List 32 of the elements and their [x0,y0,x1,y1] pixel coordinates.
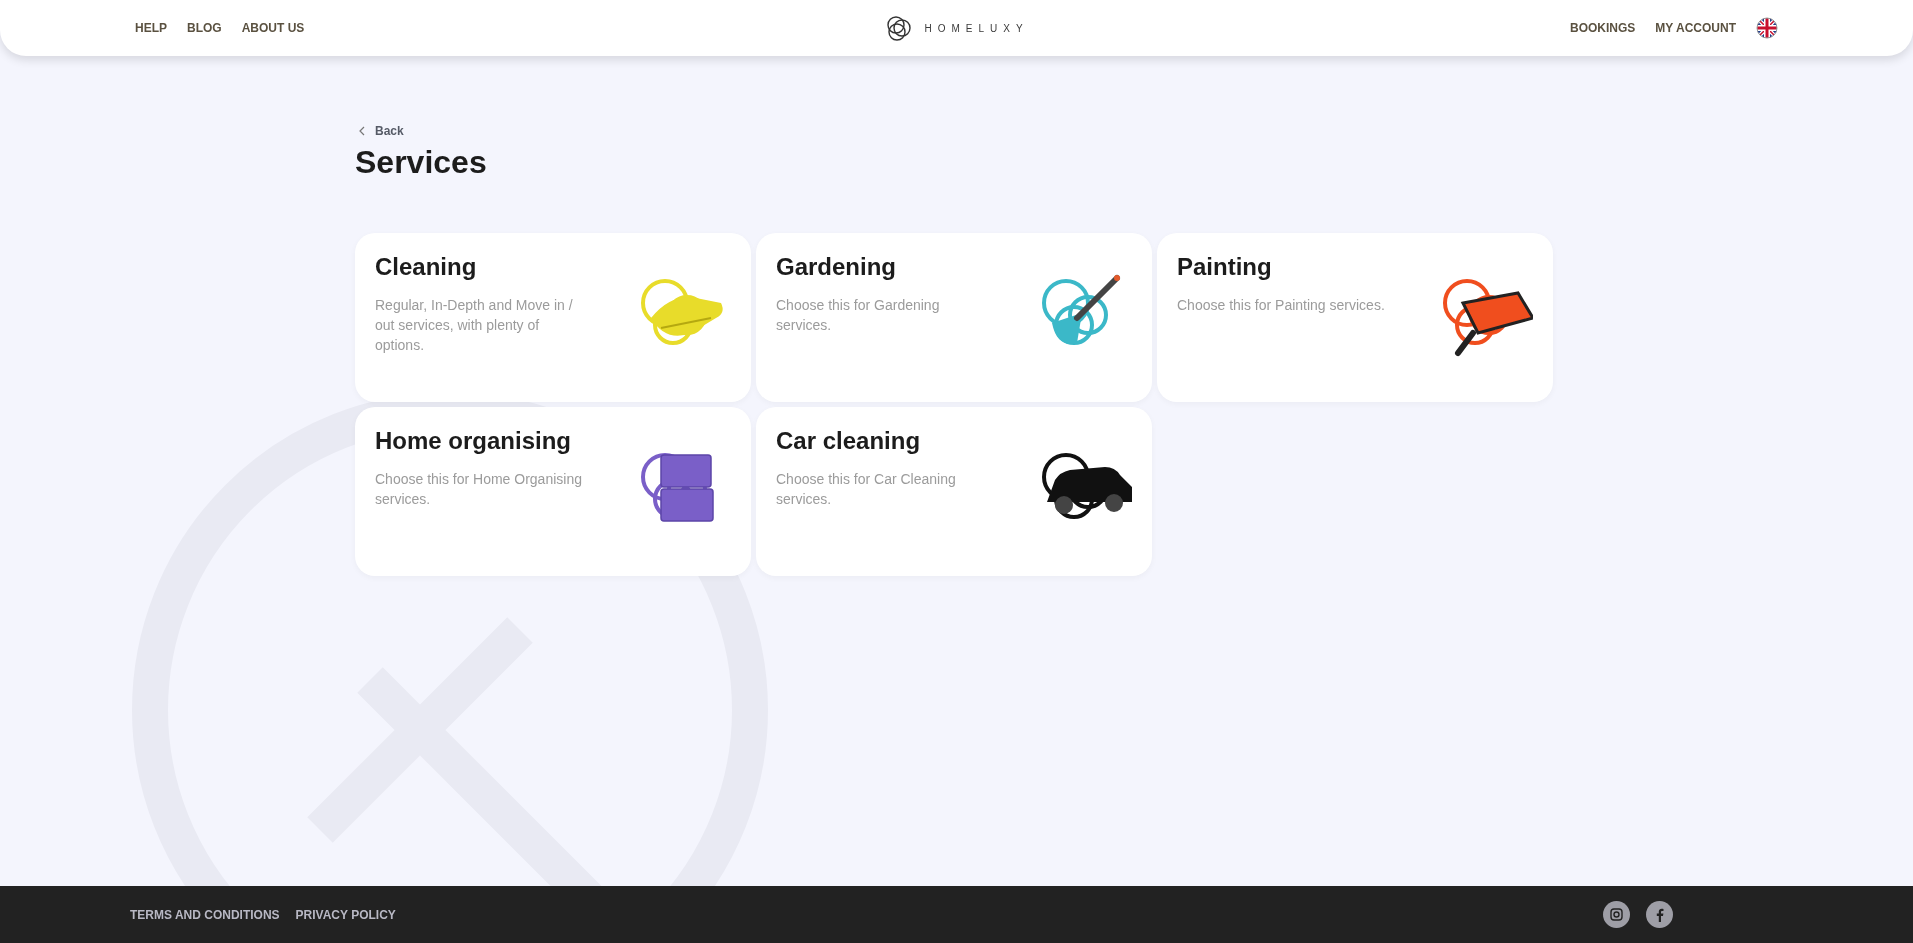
instagram-icon [1610,908,1623,921]
service-card[interactable]: Painting Choose this for Painting services. [1157,233,1553,402]
service-description: Choose this for Car Cleaning services. [776,470,957,509]
nav-link[interactable]: BOOKINGS [1570,21,1636,35]
instagram-button[interactable] [1603,901,1630,928]
nav-link[interactable]: MY ACCOUNT [1655,21,1736,35]
service-card[interactable]: Home organising Choose this for Home Organising services. [355,407,751,576]
service-title: Gardening [776,253,897,281]
service-card[interactable]: Gardening Choose this for Gardening services. [756,233,1152,402]
nav-link[interactable]: BLOG [187,21,222,35]
nav-link[interactable]: ABOUT US [241,21,305,35]
service-description: Choose this for Gardening services. [776,296,941,335]
service-title: Home organising [375,427,573,455]
footer-link[interactable]: PRIVACY POLICY [295,907,396,922]
footer-link[interactable]: TERMS AND CONDITIONS [130,907,280,922]
chevron-left-icon [359,126,365,136]
logo-link[interactable]: HOMELUXY [884,13,1029,43]
facebook-button[interactable] [1646,901,1673,928]
service-title: Car cleaning [776,427,922,455]
service-description: Regular, In-Depth and Move in / out services, with plenty of options. [375,296,574,355]
service-description: Choose this for Painting services. [1177,296,1386,315]
service-card[interactable]: Car cleaning Choose this for Car Cleaning services. [756,407,1152,576]
language-flag-icon[interactable] [1756,17,1778,39]
logo-text: HOMELUXY [924,22,1029,34]
service-title: Painting [1177,253,1273,281]
facebook-icon [1655,907,1664,922]
service-description: Choose this for Home Organising services. [375,470,583,509]
service-card[interactable]: Cleaning Regular, In-Depth and Move in / out services, with plenty of options. [355,233,751,402]
page-title: Services [355,144,488,181]
nav-link[interactable]: HELP [135,21,167,35]
service-title: Cleaning [375,253,478,281]
back-link[interactable]: Back [359,124,404,138]
